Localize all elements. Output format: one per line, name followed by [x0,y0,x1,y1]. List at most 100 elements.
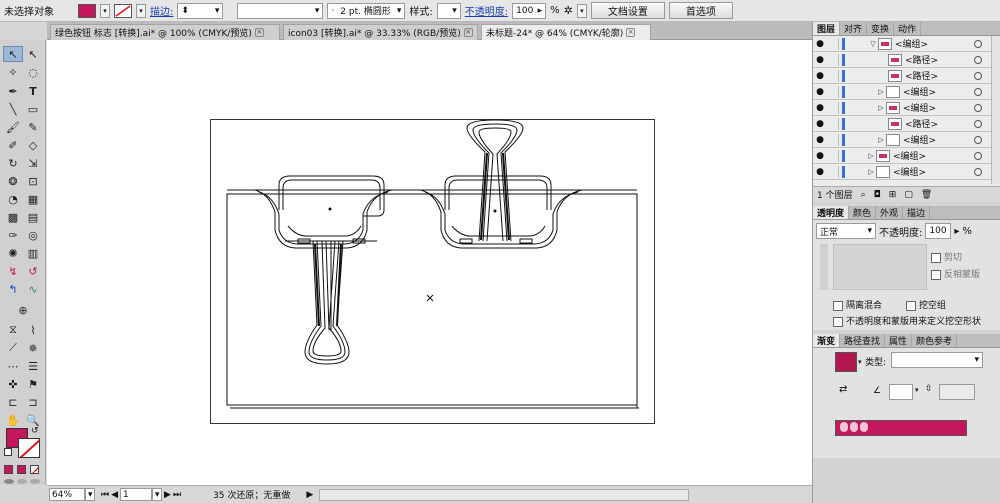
warp-tool-icon[interactable]: ❂ [3,173,23,189]
stroke-label[interactable]: 描边: [150,3,173,18]
layers-scrollbar[interactable] [991,36,1000,184]
tab-pathfinder[interactable]: 路径查找 [840,334,886,347]
visibility-eye-icon[interactable]: ● [813,167,827,177]
scale-tool-icon[interactable]: ⇲ [23,155,43,171]
expand-arrow-icon[interactable]: ▷ [876,136,886,144]
layer-row[interactable]: ● <路径> [813,68,1000,84]
envelope-tool-icon[interactable]: ⧖ [3,322,23,338]
visibility-eye-icon[interactable]: ● [813,103,827,113]
layer-row[interactable]: ● <路径> [813,116,1000,132]
mesh-tool-icon[interactable]: ▩ [3,209,23,225]
symbol-sprayer-tool-icon[interactable]: ✺ [3,245,23,261]
blob-brush-tool-icon[interactable]: ✐ [3,137,23,153]
variable-width-field[interactable]: ▾ [237,2,324,19]
stroke-none-swatch[interactable] [114,3,132,18]
curve-tool-icon[interactable]: ∿ [23,281,43,297]
tab-align[interactable]: 对齐 [840,22,868,35]
tab-attributes[interactable]: 属性 [885,334,913,347]
default-colors-icon[interactable] [4,448,12,456]
artboard-dropdown[interactable]: ▾ [152,488,163,501]
target-circle-icon[interactable] [974,135,982,144]
target-circle-icon[interactable] [974,119,982,128]
tab-layers[interactable]: 图层 [813,22,841,35]
shape-builder-tool-icon[interactable]: ◔ [3,191,23,207]
prev-artboard-icon[interactable]: ◀ [111,490,118,500]
pen-tool-icon[interactable]: ✒ [3,83,23,99]
slice-select-tool-icon[interactable]: ⊐ [23,394,43,410]
last-artboard-icon[interactable]: ⏭ [173,490,181,500]
gradient-stop-icon[interactable] [850,422,858,432]
hand-tool-icon[interactable]: ✋ [3,412,23,428]
layer-row[interactable]: ● ▷ <编组> [813,84,1000,100]
locate-object-icon[interactable]: ⌕ [861,190,866,200]
angle-field[interactable] [889,384,913,400]
crop-tool-icon[interactable]: ⊏ [3,394,23,410]
eraser-tool-icon[interactable]: ◇ [23,137,43,153]
angle-icon[interactable]: ∠ [873,386,881,396]
visibility-eye-icon[interactable]: ● [813,119,827,129]
close-tab-icon[interactable]: × [463,28,473,37]
gradient-mode-icon[interactable] [17,465,26,474]
recolor-icon[interactable]: ✲ [564,4,573,17]
canvas[interactable] [47,40,812,485]
stroke-dropdown[interactable]: ▾ [136,3,146,18]
horizontal-scrollbar[interactable] [319,488,690,501]
expand-arrow-icon[interactable]: ▽ [868,40,878,48]
zoom-field[interactable]: 64% [49,488,85,501]
eyedropper-tool-icon[interactable]: ✑ [3,227,23,243]
target-circle-icon[interactable] [974,167,982,176]
visibility-eye-icon[interactable]: ● [813,39,827,49]
slice-tool-icon[interactable]: ↺ [23,263,43,279]
visibility-eye-icon[interactable]: ● [813,71,827,81]
width-tool-icon[interactable]: ⋯ [3,358,23,374]
layer-row[interactable]: ● ▷ <编组> [813,164,1000,180]
expand-arrow-icon[interactable]: ▷ [876,104,886,112]
tab-transparency[interactable]: 透明度 [813,206,850,219]
panel-opacity-field[interactable]: 100 [925,223,952,239]
next-artboard-icon[interactable]: ▶ [164,490,171,500]
lasso-tool-icon[interactable]: ◌ [23,64,43,80]
artboard-number-field[interactable]: 1 [120,488,153,501]
aspect-ratio-field[interactable] [939,384,975,400]
brush-definition-field[interactable]: · 2 pt. 椭圆形 ▾ [327,2,406,19]
free-transform-tool-icon[interactable]: ⊡ [23,173,43,189]
visibility-eye-icon[interactable]: ● [813,55,827,65]
knockout-group-checkbox[interactable] [906,300,917,311]
document-tab-active[interactable]: 未标题-24* @ 64% (CMYK/轮廓) × [481,24,651,40]
gradient-tool-icon[interactable]: ▤ [23,209,43,225]
expand-arrow-icon[interactable]: ▷ [876,88,886,96]
live-paint-tool-icon[interactable]: ⚑ [23,376,43,392]
measure-tool-icon[interactable]: ✜ [3,376,23,392]
tab-color[interactable]: 颜色 [849,206,877,219]
gradient-type-select[interactable]: ▾ [891,352,983,368]
graphic-style-field[interactable]: ▾ [436,2,461,19]
document-tab[interactable]: icon03 [转换].ai* @ 33.33% (RGB/预览) × [283,24,478,40]
stroke-swatch[interactable] [18,438,40,458]
layer-row[interactable]: ● <路径> [813,52,1000,68]
pencil-tool-icon[interactable]: ✎ [23,119,43,135]
tab-appearance[interactable]: 外观 [876,206,904,219]
opacity-label[interactable]: 不透明度: [465,3,508,18]
type-tool-icon[interactable]: T [23,83,43,99]
layer-row[interactable]: ● ▷ <编组> [813,132,1000,148]
recolor-dropdown[interactable]: ▾ [576,3,587,18]
first-artboard-icon[interactable]: ⏮ [101,490,109,500]
target-circle-icon[interactable] [974,55,982,64]
line-tool-icon[interactable]: ╲ [3,101,23,117]
aspect-ratio-icon[interactable]: ⇳ [925,384,933,394]
selection-tool-icon[interactable]: ↖ [3,46,23,62]
angle-dropdown-icon[interactable]: ▾ [915,386,919,394]
screen-mode-icon[interactable] [30,479,40,484]
direct-selection-tool-icon[interactable]: ↖ [23,46,43,62]
document-setup-button[interactable]: 文档设置 [590,2,665,19]
paintbrush-tool-icon[interactable]: 🖌 [3,119,23,135]
draw-behind-icon[interactable] [17,479,27,484]
make-clipping-mask-icon[interactable]: ◘ [874,190,881,200]
knife-tool-icon[interactable]: ⟋ [3,340,23,356]
gradient-stop-icon[interactable] [840,422,848,432]
blend-mode-select[interactable]: 正常 ▾ [816,223,876,239]
magic-wand-tool-icon[interactable]: ✧ [3,64,23,80]
target-circle-icon[interactable] [974,87,982,96]
column-graph-tool-icon[interactable]: ▥ [23,245,43,261]
target-circle-icon[interactable] [974,71,982,80]
